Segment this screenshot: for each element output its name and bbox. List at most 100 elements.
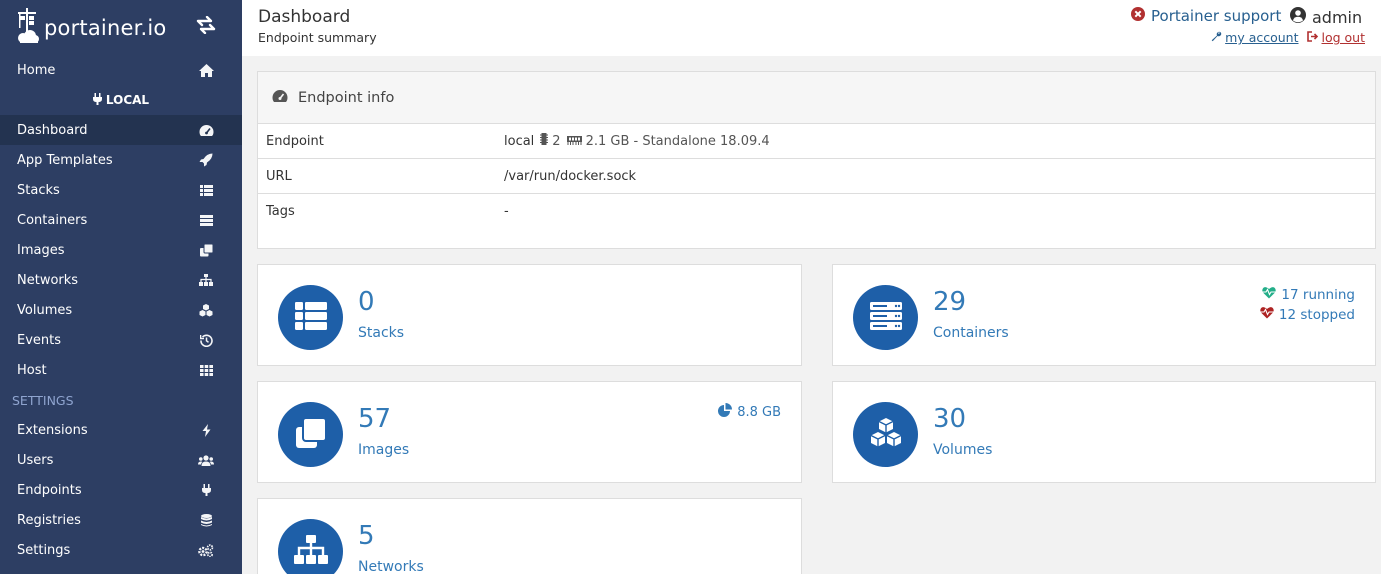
endpoint-row: Endpoint local 2 2.1 GB - Standalone 18.… — [258, 124, 1375, 159]
tags-row: Tags - — [258, 194, 1375, 229]
sidebar-item-users[interactable]: Users — [0, 445, 242, 475]
home-icon — [198, 62, 214, 78]
endpoint-key: Endpoint — [266, 133, 324, 149]
tachometer-icon — [198, 122, 214, 138]
sidebar-item-registries[interactable]: Registries — [0, 505, 242, 535]
sidebar-item-label: Networks — [17, 272, 79, 288]
user-menu: admin — [1290, 7, 1362, 27]
users-icon — [198, 452, 214, 468]
endpoint-name: local — [504, 133, 535, 149]
containers-widget-icon-circle — [853, 285, 918, 350]
sidebar-item-label: Dashboard — [17, 122, 88, 138]
sidebar-item-host[interactable]: Host — [0, 355, 242, 385]
plug-icon — [92, 92, 102, 108]
images-widget[interactable]: 57 Images 8.8 GB — [257, 381, 802, 483]
sitemap-icon — [293, 534, 328, 569]
sidebar: portainer.io Home LOCAL Dashboard App Te… — [0, 0, 242, 574]
containers-label: Containers — [933, 325, 1009, 341]
images-size: 8.8 GB — [718, 403, 781, 421]
stacks-count: 0 — [358, 287, 375, 317]
logout-link[interactable]: log out — [1306, 30, 1365, 45]
settings-heading: SETTINGS — [12, 392, 74, 408]
networks-count: 5 — [358, 521, 375, 551]
sidebar-item-label: Host — [17, 362, 47, 378]
sitemap-icon — [198, 272, 214, 288]
sidebar-item-label: Endpoints — [17, 482, 82, 498]
networks-widget[interactable]: 5 Networks — [257, 498, 802, 574]
stacks-widget-icon-circle — [278, 285, 343, 350]
top-bar: Dashboard Endpoint summary Portainer sup… — [242, 0, 1381, 56]
url-value: /var/run/docker.sock — [504, 168, 637, 184]
sidebar-item-label: Home — [17, 62, 56, 78]
username: admin — [1312, 7, 1363, 27]
rocket-icon — [198, 152, 214, 168]
server-icon — [198, 212, 214, 228]
th-list-icon — [294, 301, 327, 334]
sidebar-item-label: Users — [17, 452, 54, 468]
clone-icon — [198, 242, 214, 258]
server-icon — [869, 301, 902, 334]
networks-label: Networks — [358, 559, 424, 574]
tags-value: - — [504, 204, 509, 219]
heartbeat-icon — [1262, 286, 1277, 303]
sidebar-item-containers[interactable]: Containers — [0, 205, 242, 235]
stacks-label: Stacks — [358, 325, 405, 341]
sidebar-item-app-templates[interactable]: App Templates — [0, 145, 242, 175]
th-icon — [198, 362, 214, 378]
tags-key: Tags — [266, 204, 295, 219]
sidebar-item-label: Containers — [17, 212, 88, 228]
sidebar-item-events[interactable]: Events — [0, 325, 242, 355]
my-account-link[interactable]: my account — [1211, 30, 1299, 45]
sidebar-item-stacks[interactable]: Stacks — [0, 175, 242, 205]
endpoint-info-heading: Endpoint info — [298, 89, 395, 106]
tachometer-icon — [272, 89, 288, 107]
microchip-icon — [540, 133, 549, 149]
sidebar-item-images[interactable]: Images — [0, 235, 242, 265]
volumes-label: Volumes — [933, 442, 993, 458]
clone-icon — [295, 416, 327, 452]
sidebar-item-dashboard[interactable]: Dashboard — [0, 115, 242, 145]
sidebar-item-label: Stacks — [17, 182, 60, 198]
endpoint-label: LOCAL — [0, 85, 242, 115]
history-icon — [198, 332, 214, 348]
sidebar-item-networks[interactable]: Networks — [0, 265, 242, 295]
sidebar-item-endpoints[interactable]: Endpoints — [0, 475, 242, 505]
images-label: Images — [358, 442, 410, 458]
volumes-widget[interactable]: 30 Volumes — [832, 381, 1376, 483]
stacks-widget[interactable]: 0 Stacks — [257, 264, 802, 366]
sidebar-item-settings[interactable]: Settings — [0, 535, 242, 565]
page-title: Dashboard — [258, 7, 351, 27]
sign-out-icon — [1306, 30, 1319, 45]
endpoint-memory-version: 2.1 GB - Standalone 18.09.4 — [585, 133, 770, 149]
url-row: URL /var/run/docker.sock — [258, 159, 1375, 194]
pie-chart-icon — [718, 403, 733, 421]
sidebar-item-label: Volumes — [17, 302, 73, 318]
sidebar-item-label: App Templates — [17, 152, 113, 168]
cubes-icon — [198, 302, 214, 318]
th-list-icon — [198, 182, 214, 198]
sidebar-item-label: Events — [17, 332, 62, 348]
sidebar-item-home[interactable]: Home — [0, 55, 242, 85]
portainer-support-link[interactable]: Portainer support — [1131, 7, 1281, 25]
sidebar-item-label: Registries — [17, 512, 81, 528]
sidebar-toggle-icon[interactable] — [196, 15, 216, 39]
sidebar-item-label: Extensions — [17, 422, 88, 438]
brand: portainer.io — [0, 0, 242, 55]
wrench-icon — [1211, 30, 1222, 45]
heartbeat-icon — [1260, 306, 1274, 323]
memory-icon — [566, 134, 582, 149]
page-subtitle: Endpoint summary — [258, 30, 377, 45]
containers-widget[interactable]: 29 Containers 17 running 12 stopped — [832, 264, 1376, 366]
plug-icon — [198, 482, 214, 498]
sidebar-item-extensions[interactable]: Extensions — [0, 415, 242, 445]
containers-stopped: 12 stopped — [1260, 306, 1355, 323]
networks-widget-icon-circle — [278, 519, 343, 574]
account-links: my account log out — [1211, 30, 1365, 45]
url-key: URL — [266, 168, 292, 184]
database-icon — [198, 512, 214, 528]
images-widget-icon-circle — [278, 402, 343, 467]
bolt-icon — [198, 422, 214, 438]
user-circle-icon — [1290, 7, 1306, 27]
sidebar-item-volumes[interactable]: Volumes — [0, 295, 242, 325]
endpoint-cpu-count: 2 — [552, 133, 561, 149]
